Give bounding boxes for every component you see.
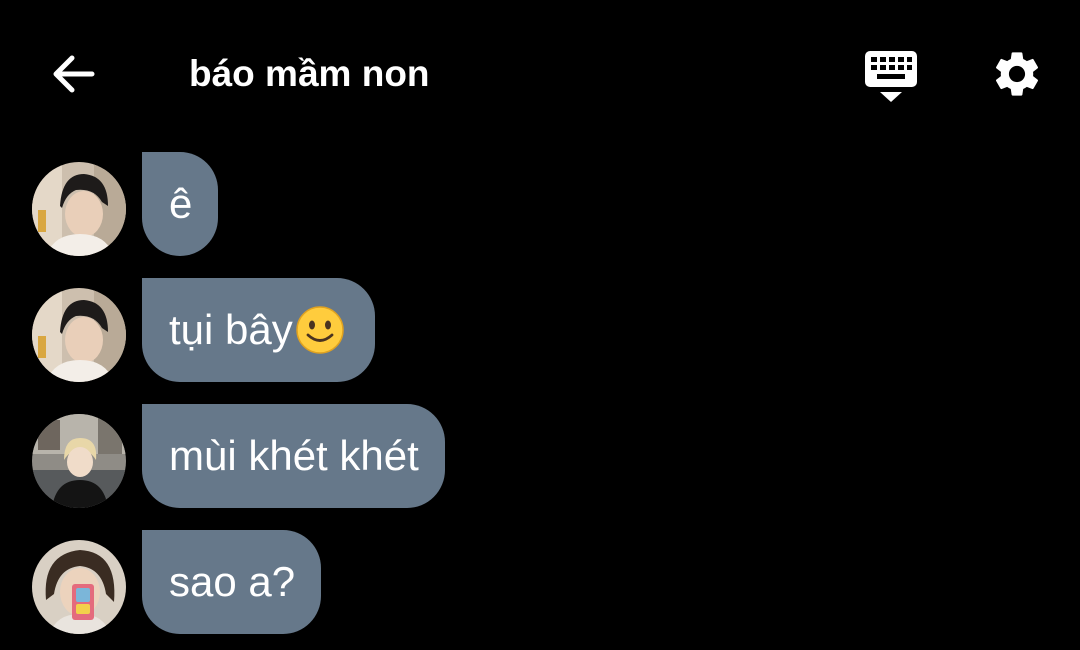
gear-icon [995,52,1039,96]
message-bubble[interactable]: tụi bây [142,278,375,382]
message-bubble[interactable]: sao a? [142,530,322,634]
back-button[interactable] [48,48,100,100]
message-text: tụi bây [169,306,293,353]
keyboard-toggle-button[interactable] [862,48,920,104]
chat-title: báo mầm non [189,53,430,94]
avatar-photo-icon [32,414,126,508]
message-text: ê [169,180,193,227]
message-row: tụi bây [0,278,1080,384]
slightly-smiling-face-icon [296,306,344,354]
message-row: mùi khét khét [0,404,1080,510]
avatar-photo-icon [32,540,126,634]
chat-screen: báo mầm non ê tụi bây mùi khét khét sao … [0,0,1080,650]
keyboard-hide-icon [865,51,917,102]
message-row: sao a? [0,530,1080,636]
avatar-photo-icon [32,288,126,382]
arrow-left-icon [53,55,95,93]
message-row: ê [0,152,1080,258]
avatar[interactable] [32,162,126,256]
avatar[interactable] [32,288,126,382]
message-bubble[interactable]: mùi khét khét [142,404,445,508]
message-text: mùi khét khét [169,432,419,479]
message-text: sao a? [169,558,296,605]
avatar[interactable] [32,414,126,508]
avatar[interactable] [32,540,126,634]
message-bubble[interactable]: ê [142,152,219,256]
settings-button[interactable] [990,47,1044,101]
avatar-photo-icon [32,162,126,256]
